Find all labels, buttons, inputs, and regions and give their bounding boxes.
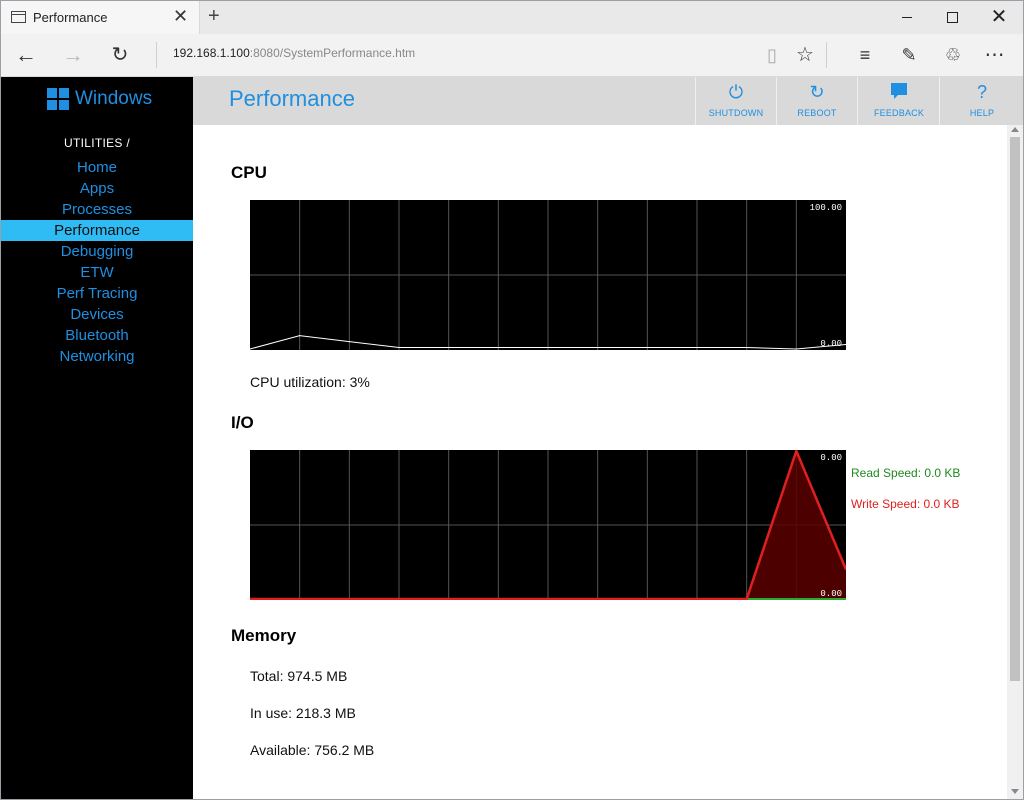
tab-page-icon (11, 11, 26, 23)
io-chart-svg: 0.00 0.00 (250, 450, 846, 600)
url-host: 192.168.1.100 (173, 46, 250, 60)
cpu-axis-min-label: 0.00 (820, 339, 842, 349)
divider (826, 42, 827, 68)
cpu-utilization: CPU utilization: 3% (250, 374, 370, 390)
shutdown-button[interactable]: ⏻ SHUTDOWN (695, 77, 776, 125)
cpu-chart-svg: 100.00 0.00 (250, 200, 846, 350)
scroll-down-icon[interactable] (1011, 789, 1019, 794)
address-bar[interactable]: 192.168.1.100:8080/SystemPerformance.htm (173, 46, 415, 60)
web-note-icon[interactable]: ✎ (891, 40, 927, 70)
cpu-data-point (597, 346, 599, 349)
scroll-up-icon[interactable] (1011, 127, 1019, 132)
feedback-label: FEEDBACK (873, 108, 925, 118)
scroll-thumb[interactable] (1010, 137, 1020, 681)
cpu-data-point (746, 346, 748, 349)
shutdown-label: SHUTDOWN (708, 108, 764, 118)
sidebar-item-apps[interactable]: Apps (1, 178, 193, 199)
tab-title: Performance (33, 10, 108, 25)
vertical-scrollbar[interactable] (1007, 125, 1023, 799)
share-icon[interactable]: ♲ (935, 40, 971, 70)
sidebar: Windows UTILITIES / Home Apps Processes … (1, 77, 193, 799)
close-icon[interactable]: ✕ (976, 1, 1022, 33)
memory-available: Available: 756.2 MB (250, 742, 375, 758)
back-icon[interactable]: ← (8, 40, 44, 70)
windows-logo-icon (47, 88, 69, 110)
maximize-icon[interactable] (929, 1, 975, 33)
browser-tab[interactable]: Performance ✕ (1, 1, 200, 34)
sidebar-item-performance[interactable]: Performance (1, 220, 193, 241)
io-axis-min-label: 0.00 (820, 589, 842, 599)
more-icon[interactable]: ⋯ (977, 40, 1013, 70)
sidebar-item-perf-tracing[interactable]: Perf Tracing (1, 283, 193, 304)
feedback-icon (858, 81, 940, 103)
sidebar-item-bluetooth[interactable]: Bluetooth (1, 325, 193, 346)
title-bar: Performance ✕ + ✕ (1, 1, 1023, 34)
help-label: HELP (969, 108, 995, 118)
sidebar-item-debugging[interactable]: Debugging (1, 241, 193, 262)
power-icon: ⏻ (728, 82, 744, 102)
browser-window: Performance ✕ + ✕ ← → ↻ 192.168.1.100:80… (0, 0, 1024, 800)
cpu-chart: 100.00 0.00 (250, 200, 846, 350)
cpu-axis-max-label: 100.00 (810, 203, 842, 213)
cpu-data-point (547, 346, 549, 349)
help-button[interactable]: ? HELP (939, 77, 1023, 125)
cpu-data-point (348, 341, 350, 343)
cpu-data-point (646, 346, 648, 349)
page-title: Performance (229, 86, 355, 111)
refresh-icon[interactable]: ↻ (102, 40, 138, 70)
cpu-data-point (795, 348, 797, 350)
cpu-data-point (398, 346, 400, 349)
feedback-button[interactable]: FEEDBACK (857, 77, 940, 125)
cpu-data-point (497, 346, 499, 349)
reboot-icon: ↻ (809, 82, 825, 102)
memory-section-title: Memory (231, 626, 297, 645)
cpu-data-point (448, 346, 450, 349)
sidebar-item-networking[interactable]: Networking (1, 346, 193, 367)
sidebar-item-home[interactable]: Home (1, 157, 193, 178)
help-icon: ? (976, 82, 987, 102)
cpu-section-title: CPU (231, 163, 267, 182)
reboot-label: REBOOT (797, 108, 837, 118)
hub-icon[interactable]: ≡ (847, 40, 883, 70)
divider (156, 42, 157, 68)
io-write-speed: Write Speed: 0.0 KB (851, 497, 960, 511)
io-chart: 0.00 0.00 (250, 450, 846, 600)
url-path: :8080/SystemPerformance.htm (249, 46, 416, 60)
new-tab-icon[interactable]: + (208, 4, 220, 28)
tab-close-icon[interactable]: ✕ (173, 5, 188, 27)
memory-in-use: In use: 218.3 MB (250, 705, 356, 721)
reboot-button[interactable]: ↻ REBOOT (776, 77, 857, 125)
main-content: CPU 100.00 0.00 CPU utilization: 3% I/O … (193, 125, 1007, 799)
memory-total: Total: 974.5 MB (250, 668, 348, 684)
sidebar-nav: Home Apps Processes Performance Debuggin… (1, 157, 193, 367)
favorite-star-icon[interactable]: ☆ (787, 40, 823, 70)
section-label: UTILITIES / (64, 136, 130, 150)
sidebar-item-devices[interactable]: Devices (1, 304, 193, 325)
io-axis-max-label: 0.00 (820, 453, 842, 463)
forward-icon[interactable]: → (55, 40, 91, 70)
sidebar-item-etw[interactable]: ETW (1, 262, 193, 283)
logo-text: Windows (75, 88, 153, 109)
io-read-speed: Read Speed: 0.0 KB (851, 466, 961, 480)
sidebar-item-processes[interactable]: Processes (1, 199, 193, 220)
cpu-data-point (299, 335, 301, 337)
minimize-icon[interactable] (884, 1, 930, 33)
io-section-title: I/O (231, 413, 254, 432)
navigation-bar: ← → ↻ 192.168.1.100:8080/SystemPerforman… (1, 34, 1023, 77)
reading-view-icon[interactable]: ▯ (754, 40, 790, 70)
cpu-data-point (696, 346, 698, 349)
page-header: Performance ⏻ SHUTDOWN ↻ REBOOT FEEDBACK… (193, 77, 1023, 125)
